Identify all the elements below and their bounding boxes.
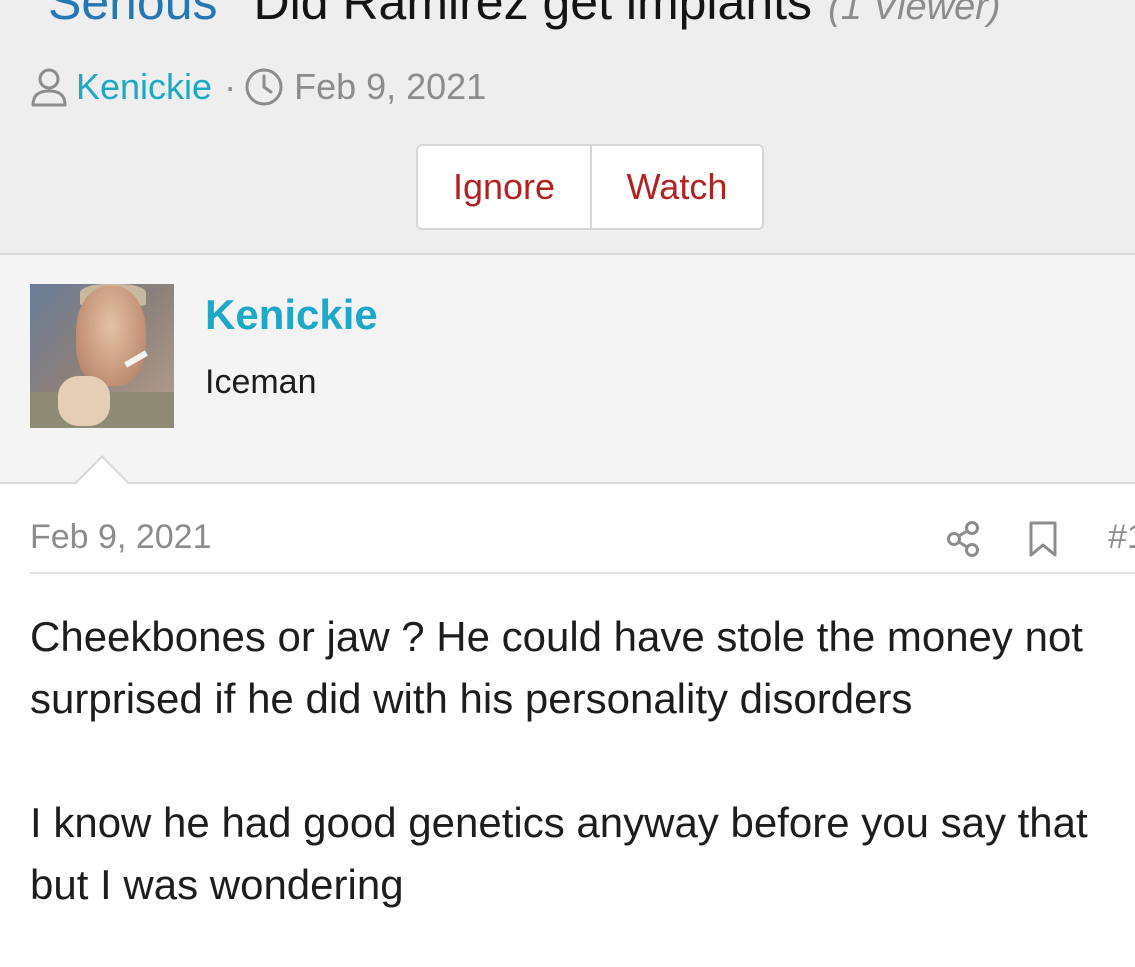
thread-date: Feb 9, 2021 — [294, 66, 487, 107]
thread-action-buttons: Ignore Watch — [416, 144, 764, 230]
post-paragraph: I know he had good genetics anyway befor… — [30, 799, 1088, 908]
divider — [0, 482, 1135, 484]
post-number-link[interactable]: #1 — [1108, 518, 1135, 557]
post-date[interactable]: Feb 9, 2021 — [30, 518, 211, 557]
thread-meta: Kenickie · Feb 9, 2021 — [30, 64, 486, 110]
thread-page: Serious Did Ramirez get implants (1 Viewer… — [0, 0, 1135, 967]
user-block-arrow-fill — [75, 458, 129, 485]
clock-icon — [244, 67, 284, 107]
post-body: Cheekbones or jaw ? He could have stole … — [30, 606, 1120, 967]
share-icon[interactable] — [945, 520, 981, 563]
thread-title: Did Ramirez get implants — [253, 0, 813, 30]
post-meta: Feb 9, 2021 #1 — [30, 516, 1135, 562]
meta-separator: · — [224, 66, 237, 107]
thread-title-row: Serious Did Ramirez get implants (1 Viewer… — [48, 0, 1001, 37]
avatar[interactable] — [30, 284, 174, 428]
ignore-button[interactable]: Ignore — [418, 146, 592, 228]
user-title: Iceman — [205, 363, 317, 401]
post-user-block: Kenickie Iceman — [0, 255, 1135, 483]
post-paragraph: Cheekbones or jaw ? He could have stole … — [30, 613, 1083, 722]
post-meta-divider — [30, 572, 1135, 574]
thread-author-link[interactable]: Kenickie — [76, 66, 212, 108]
viewer-count: (1 Viewer) — [828, 0, 1001, 28]
bookmark-icon[interactable] — [1027, 520, 1059, 563]
post-username[interactable]: Kenickie — [205, 291, 378, 339]
watch-button[interactable]: Watch — [592, 146, 762, 228]
user-icon — [30, 66, 68, 108]
thread-prefix[interactable]: Serious — [48, 0, 218, 30]
thread-header: Serious Did Ramirez get implants (1 Viewer… — [0, 0, 1135, 255]
